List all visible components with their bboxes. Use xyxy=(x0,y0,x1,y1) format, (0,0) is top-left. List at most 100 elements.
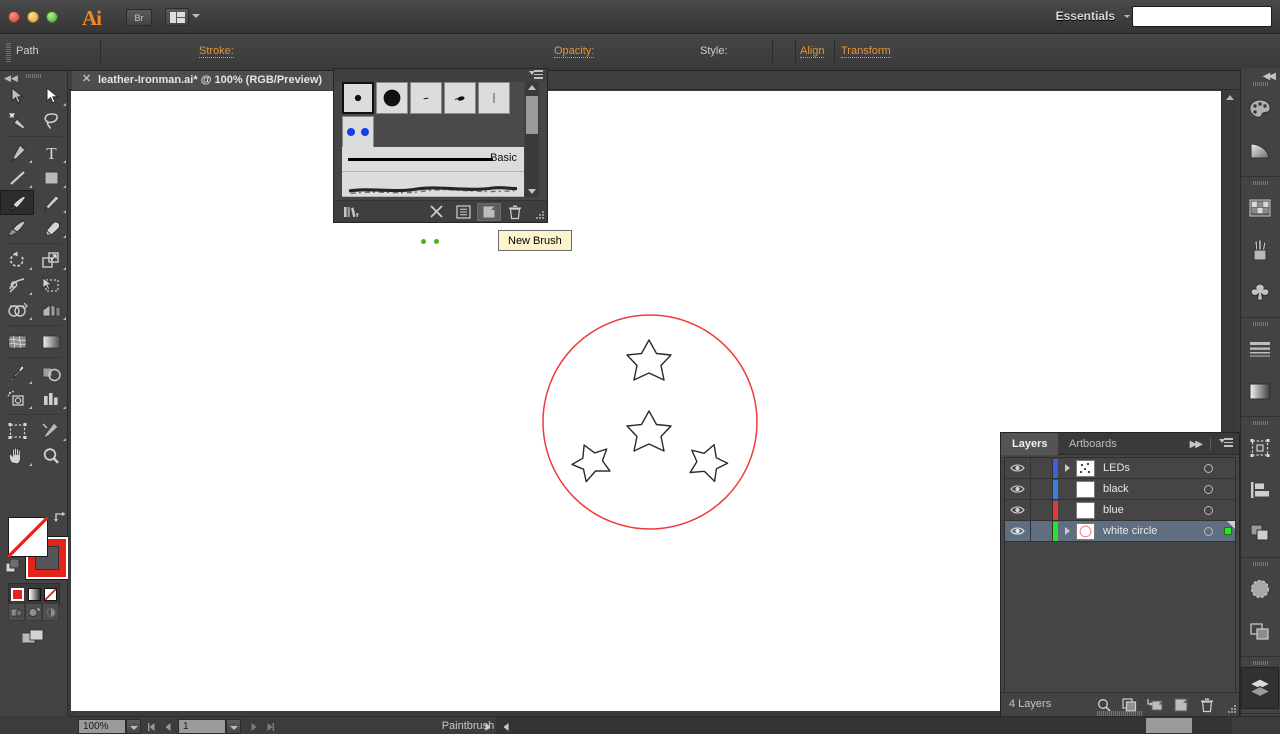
target-indicator[interactable] xyxy=(1195,526,1221,536)
scale-tool[interactable] xyxy=(34,247,68,272)
first-artboard-button[interactable] xyxy=(144,719,159,734)
new-brush-icon[interactable] xyxy=(477,203,501,221)
remove-brush-stroke-icon[interactable] xyxy=(425,203,449,221)
layers-icon[interactable] xyxy=(1241,667,1279,709)
direct-selection-tool[interactable] xyxy=(34,83,68,108)
zoom-level-input[interactable]: 100% xyxy=(78,719,126,734)
symbol-sprayer-tool[interactable] xyxy=(0,386,34,411)
rectangle-tool[interactable] xyxy=(34,165,68,190)
eye-icon[interactable] xyxy=(1005,499,1031,521)
align-icon[interactable] xyxy=(1241,469,1279,511)
lock-toggle[interactable] xyxy=(1031,457,1053,479)
dock-group-grip[interactable] xyxy=(1252,181,1269,185)
zoom-tool[interactable] xyxy=(34,443,68,468)
lock-toggle[interactable] xyxy=(1031,478,1053,500)
blend-tool[interactable] xyxy=(34,361,68,386)
eyedropper-tool[interactable] xyxy=(0,361,34,386)
layer-name[interactable]: black xyxy=(1095,483,1195,495)
screen-mode-button[interactable] xyxy=(21,629,46,645)
draw-inside-button[interactable] xyxy=(42,603,59,621)
delete-selection-icon[interactable] xyxy=(1197,697,1217,713)
tapered-brush[interactable] xyxy=(410,82,442,114)
dock-group-grip[interactable] xyxy=(1252,421,1269,425)
next-artboard-button[interactable] xyxy=(246,719,261,734)
gradient-mode-button[interactable] xyxy=(26,584,43,604)
create-new-sublayer-icon[interactable] xyxy=(1145,697,1165,713)
table-row[interactable]: blue xyxy=(1005,499,1235,521)
previous-artboard-button[interactable] xyxy=(160,719,175,734)
slice-tool[interactable] xyxy=(34,418,68,443)
basic-dot-brush[interactable] xyxy=(342,82,374,114)
dock-group-grip[interactable] xyxy=(1252,661,1269,665)
dock-group-grip[interactable] xyxy=(1252,82,1269,86)
bridge-button[interactable]: Br xyxy=(126,9,152,26)
layers-panel-menu-icon[interactable] xyxy=(1219,438,1233,449)
transparency-icon[interactable] xyxy=(1241,568,1279,610)
zoom-window-button[interactable] xyxy=(46,11,58,23)
workspace-switcher[interactable]: Essentials xyxy=(1056,9,1115,23)
align-button[interactable]: Align xyxy=(800,45,825,58)
expand-layer-icon[interactable] xyxy=(1058,458,1076,479)
expand-layer-icon[interactable] xyxy=(1058,521,1076,542)
pen-tool[interactable] xyxy=(0,140,34,165)
line-segment-tool[interactable] xyxy=(0,165,34,190)
round-large-brush[interactable] xyxy=(376,82,408,114)
target-indicator[interactable] xyxy=(1195,484,1221,494)
transform-icon[interactable] xyxy=(1241,427,1279,469)
swap-fill-stroke-icon[interactable] xyxy=(53,511,67,523)
selection-tool[interactable] xyxy=(0,83,34,108)
transform-button[interactable]: Transform xyxy=(841,45,891,58)
color-icon[interactable] xyxy=(1241,88,1279,130)
hand-tool[interactable] xyxy=(0,443,34,468)
eraser-tool[interactable] xyxy=(34,215,68,240)
scroll-left-arrow-icon[interactable] xyxy=(498,719,513,734)
blob-brush-tool[interactable] xyxy=(0,215,34,240)
layer-name[interactable]: blue xyxy=(1095,504,1195,516)
expand-panel-icon[interactable]: ▶▶ xyxy=(1190,439,1203,450)
create-new-layer-icon[interactable] xyxy=(1171,697,1191,713)
chevron-down-icon[interactable] xyxy=(192,14,200,18)
pencil-tool[interactable] xyxy=(34,190,68,215)
color-guide-icon[interactable] xyxy=(1241,130,1279,172)
gradient-icon[interactable] xyxy=(1241,370,1279,412)
free-transform-tool[interactable] xyxy=(34,272,68,297)
artboard-number-dropdown[interactable] xyxy=(226,719,241,734)
brush-options-icon[interactable] xyxy=(451,203,475,221)
target-indicator[interactable] xyxy=(1195,463,1221,473)
minimize-window-button[interactable] xyxy=(27,11,39,23)
brushes-scrollbar[interactable] xyxy=(525,82,539,197)
artboard-tool[interactable] xyxy=(0,418,34,443)
lasso-tool[interactable] xyxy=(34,108,68,133)
brushes-panel-menu-icon[interactable] xyxy=(529,70,543,81)
control-bar-grip[interactable] xyxy=(6,43,11,62)
zoom-level-dropdown[interactable] xyxy=(126,719,141,734)
horizontal-scroll-thumb[interactable] xyxy=(1146,718,1192,733)
artboard-number-input[interactable]: 1 xyxy=(178,719,226,734)
brushes-scroll-thumb[interactable] xyxy=(526,96,538,134)
scroll-up-arrow-icon[interactable] xyxy=(1226,95,1234,100)
pathfinder-icon[interactable] xyxy=(1241,511,1279,553)
color-swatch-mode-button[interactable] xyxy=(9,584,26,604)
stroke-label[interactable]: Stroke: xyxy=(199,45,234,58)
canvas-horizontal-scrollbar[interactable] xyxy=(496,717,1232,734)
appearance-icon[interactable] xyxy=(1241,610,1279,652)
brush-libraries-menu-icon[interactable] xyxy=(340,203,364,221)
layer-name[interactable]: white circle xyxy=(1095,525,1195,537)
status-menu-button[interactable] xyxy=(480,719,495,734)
table-row[interactable]: black xyxy=(1005,478,1235,500)
symbols-icon[interactable] xyxy=(1241,271,1279,313)
search-input[interactable] xyxy=(1132,6,1272,27)
eye-icon[interactable] xyxy=(1005,457,1031,479)
scroll-up-arrow-icon[interactable] xyxy=(528,85,536,90)
close-window-button[interactable] xyxy=(8,11,20,23)
tab-layers[interactable]: Layers xyxy=(1001,433,1059,455)
table-row[interactable]: white circle xyxy=(1005,520,1235,542)
brush-list-item[interactable] xyxy=(342,172,524,197)
perspective-grid-tool[interactable] xyxy=(34,297,68,322)
draw-normal-button[interactable] xyxy=(8,603,25,621)
none-mode-button[interactable] xyxy=(42,584,59,604)
fill-color-box[interactable] xyxy=(8,517,48,557)
eye-icon[interactable] xyxy=(1005,478,1031,500)
brushes-icon[interactable] xyxy=(1241,229,1279,271)
close-document-icon[interactable]: ✕ xyxy=(82,74,91,85)
